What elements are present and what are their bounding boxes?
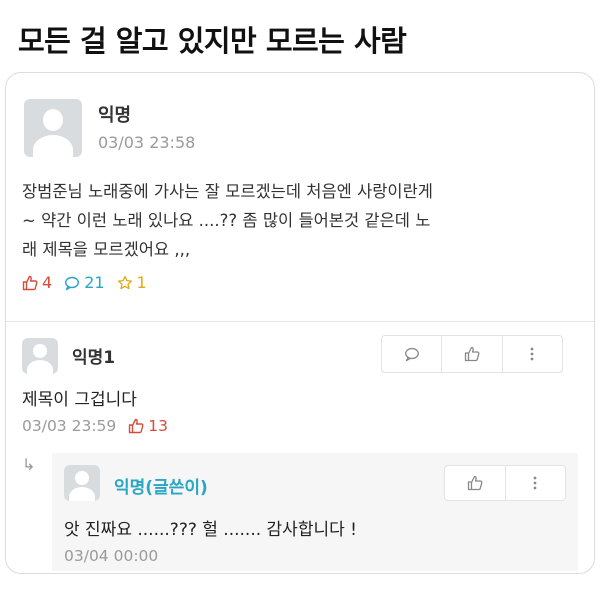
divider: [6, 321, 594, 322]
post-body: 장범준님 노래중에 가사는 잘 모르겠는데 처음엔 사랑이란게 ~ 약간 이런 …: [22, 182, 433, 259]
speech-bubble-icon: [404, 346, 420, 362]
thumbs-up-icon: [22, 275, 38, 291]
reply-author: 익명(글쓴이): [114, 478, 208, 498]
post-scrap-count[interactable]: 1: [117, 273, 147, 292]
post-scrap-value: 1: [136, 273, 147, 292]
comment-text: 제목이 그겁니다: [22, 390, 137, 410]
thumbs-up-icon: [467, 475, 483, 491]
comment-author: 익명1: [72, 348, 116, 368]
comment-more-button[interactable]: [501, 336, 562, 372]
comment-actions: [381, 335, 563, 373]
comment-like-value: 13: [148, 417, 168, 435]
star-icon: [117, 275, 133, 291]
thumbs-up-icon: [128, 418, 144, 434]
page-headline: 모든 걸 알고 있지만 모르는 사람: [18, 24, 407, 58]
post-avatar: [24, 99, 82, 157]
comment-meta: 03/03 23:59 13: [22, 417, 168, 435]
more-vertical-icon: [529, 346, 535, 362]
reply-actions: [444, 465, 566, 501]
post-like-count[interactable]: 4: [22, 273, 52, 292]
reply-text: 앗 진짜요 ......??? 헐 ....... 감사합니다 !: [64, 520, 357, 540]
comment-like-button[interactable]: [441, 336, 501, 372]
post-like-value: 4: [42, 273, 53, 292]
comment-like-count: 13: [128, 417, 168, 435]
post-comment-value: 21: [84, 273, 105, 292]
reply-avatar: [64, 465, 100, 501]
post-stats: 4 21 1: [22, 273, 147, 292]
reply-time: 03/04 00:00: [64, 547, 159, 565]
speech-bubble-icon: [64, 275, 80, 291]
reply-box: 익명(글쓴이) 앗 진짜요 ......??? 헐 ....... 감사합니다 …: [52, 453, 578, 571]
reply-like-button[interactable]: [445, 466, 505, 500]
comment-time: 03/03 23:59: [22, 417, 117, 435]
comment-reply-button[interactable]: [382, 336, 441, 372]
post-time: 03/03 23:58: [98, 133, 196, 152]
post-author: 익명: [98, 105, 132, 126]
more-vertical-icon: [532, 475, 538, 491]
reply-more-button[interactable]: [504, 466, 566, 500]
post-card: 익명 03/03 23:58 장범준님 노래중에 가사는 잘 모르겠는데 처음엔…: [5, 72, 595, 574]
reply-arrow-icon: ↳: [22, 455, 36, 474]
comment-avatar: [22, 338, 58, 374]
thumbs-up-icon: [464, 346, 480, 362]
post-comment-count[interactable]: 21: [64, 273, 105, 292]
